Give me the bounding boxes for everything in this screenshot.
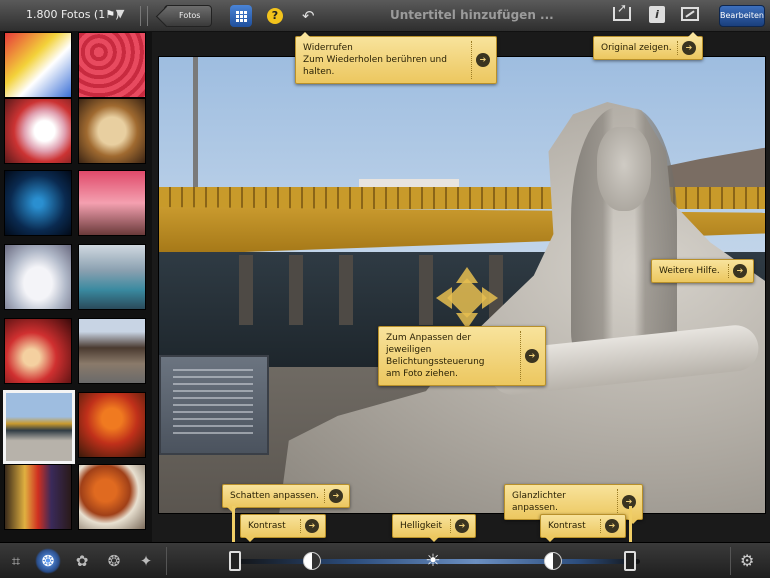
undo-help-tip[interactable]: Widerrufen Zum Wiederholen berühren und … xyxy=(295,32,497,84)
contrast-left-help-tip[interactable]: Kontrast ➔ xyxy=(240,514,326,542)
thumbnail-selected[interactable] xyxy=(3,390,75,464)
thumbnail[interactable] xyxy=(78,392,146,458)
original-help-tip[interactable]: Original zeigen. ➔ xyxy=(593,32,703,60)
brightness-sun-icon[interactable]: ☀ xyxy=(424,552,442,570)
album-dropdown-icon[interactable]: ▼ xyxy=(116,7,124,20)
caption-field[interactable]: Untertitel hinzufügen ... xyxy=(390,8,554,22)
bottom-toolbar: ⌗ ❂ ✿ ❂ ✦ ☀ ⚙ xyxy=(0,542,770,578)
help-button[interactable]: ? xyxy=(267,8,283,24)
shadows-help-tip[interactable]: Schatten anpassen. ➔ xyxy=(222,484,350,512)
grid-icon xyxy=(235,10,247,22)
thumbnail[interactable] xyxy=(4,98,72,164)
tip-arrow-icon[interactable]: ➔ xyxy=(455,519,469,533)
shadows-handle[interactable] xyxy=(229,551,241,571)
edit-button[interactable]: Bearbeiten xyxy=(719,5,765,27)
effects-icon[interactable]: ✦ xyxy=(136,551,156,571)
photo-canvas[interactable] xyxy=(152,32,770,542)
compare-original-icon[interactable] xyxy=(681,7,699,21)
grid-view-button[interactable] xyxy=(230,5,252,27)
back-to-photos-button[interactable]: Fotos xyxy=(164,5,212,27)
thumbnail[interactable] xyxy=(78,98,146,164)
contrast-right-knob[interactable] xyxy=(544,552,562,570)
tip-arrow-icon[interactable]: ➔ xyxy=(476,53,490,67)
thumbnail[interactable] xyxy=(4,170,72,236)
contrast-left-knob[interactable] xyxy=(303,552,321,570)
album-title[interactable]: 1.800 Fotos (1⚑) xyxy=(26,8,119,21)
thumbnail[interactable] xyxy=(4,464,72,530)
sidebar-resize-grip-icon[interactable] xyxy=(140,6,148,26)
undo-icon[interactable]: ↶ xyxy=(302,7,315,25)
tip-arrow-icon[interactable]: ➔ xyxy=(605,519,619,533)
tip-arrow-icon[interactable]: ➔ xyxy=(305,519,319,533)
exposure-drag-handle-icon[interactable] xyxy=(431,262,503,334)
top-toolbar: 1.800 Fotos (1⚑) ▼ Fotos ? ↶ Untertitel … xyxy=(0,0,770,32)
thumbnail[interactable] xyxy=(78,170,146,236)
tip-arrow-icon[interactable]: ➔ xyxy=(525,349,539,363)
brightness-help-tip[interactable]: Helligkeit ➔ xyxy=(392,514,476,542)
exposure-tool-icon[interactable]: ❂ xyxy=(35,548,61,574)
tip-arrow-icon[interactable]: ➔ xyxy=(682,41,696,55)
thumbnail[interactable] xyxy=(78,464,146,530)
thumbnail[interactable] xyxy=(78,32,146,98)
settings-gear-icon[interactable]: ⚙ xyxy=(740,551,754,570)
thumbnail-sidebar[interactable] xyxy=(0,32,152,542)
share-icon[interactable] xyxy=(613,1,631,21)
tip-arrow-icon[interactable]: ➔ xyxy=(329,489,343,503)
thumbnail[interactable] xyxy=(78,318,146,384)
thumbnail[interactable] xyxy=(78,244,146,310)
brushes-icon[interactable]: ❂ xyxy=(104,551,124,571)
thumbnail[interactable] xyxy=(4,318,72,384)
more-help-tip[interactable]: Weitere Hilfe. ➔ xyxy=(651,259,754,283)
thumbnail[interactable] xyxy=(4,32,72,98)
info-icon[interactable]: i xyxy=(649,6,665,23)
contrast-right-help-tip[interactable]: Kontrast ➔ xyxy=(540,514,626,542)
info-sign xyxy=(159,355,269,455)
tip-arrow-icon[interactable]: ➔ xyxy=(733,264,747,278)
main-photo[interactable] xyxy=(158,56,766,514)
crop-icon[interactable]: ⌗ xyxy=(6,551,26,571)
highlights-handle[interactable] xyxy=(624,551,636,571)
thumbnail[interactable] xyxy=(4,244,72,310)
color-palette-icon[interactable]: ✿ xyxy=(72,551,92,571)
photo-editor-app: 1.800 Fotos (1⚑) ▼ Fotos ? ↶ Untertitel … xyxy=(0,0,770,578)
drag-help-tip[interactable]: Zum Anpassen der jeweiligen Belichtungss… xyxy=(378,326,546,386)
